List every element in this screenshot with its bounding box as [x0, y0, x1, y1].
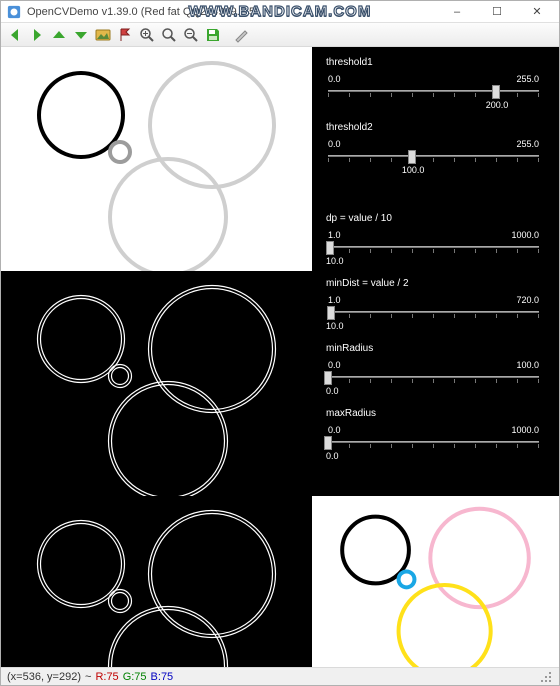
nav-back-button[interactable] — [5, 25, 25, 45]
control-minDist-thumb[interactable] — [327, 306, 335, 320]
close-icon: ✕ — [532, 5, 541, 18]
control-minRadius-range: 0.0100.0 — [326, 360, 541, 370]
control-maxRadius-thumb[interactable] — [324, 436, 332, 450]
zoom-in-button[interactable] — [137, 25, 157, 45]
control-maxRadius-value: 0.0 — [326, 451, 541, 461]
control-maxRadius-label: maxRadius — [326, 408, 541, 419]
control-minRadius-label: minRadius — [326, 343, 541, 354]
control-minDist-slider[interactable] — [326, 306, 541, 320]
control-threshold1-range: 0.0255.0 — [326, 74, 541, 84]
minimize-icon: – — [454, 6, 460, 18]
control-threshold1-slider[interactable] — [326, 85, 541, 99]
panel-hough-result — [312, 496, 559, 667]
zoom-out-button[interactable] — [181, 25, 201, 45]
control-threshold1-thumb[interactable] — [492, 85, 500, 99]
flag-button[interactable] — [115, 25, 135, 45]
control-threshold2-label: threshold2 — [326, 122, 541, 133]
status-blue-value: B:75 — [151, 671, 174, 683]
nav-forward-button[interactable] — [27, 25, 47, 45]
maximize-icon: ☐ — [492, 5, 502, 18]
control-threshold2: threshold2 0.0255.0 100.0 — [326, 122, 541, 175]
control-threshold2-thumb[interactable] — [408, 150, 416, 164]
control-minDist: minDist = value / 2 1.0720.0 10.0 — [326, 278, 541, 331]
control-threshold1: threshold1 0.0255.0 200.0 — [326, 57, 541, 110]
panel-edges-copy — [1, 496, 312, 667]
control-maxRadius: maxRadius 0.01000.0 0.0 — [326, 408, 541, 461]
status-separator: ~ — [85, 671, 91, 683]
control-threshold2-value: 100.0 — [326, 165, 541, 175]
window-title: OpenCVDemo v1.39.0 (Red fat QQ214979... … — [27, 6, 255, 18]
control-minRadius-thumb[interactable] — [324, 371, 332, 385]
status-green-value: G:75 — [123, 671, 147, 683]
panel-canny-edges — [1, 271, 312, 496]
control-dp-value: 10.0 — [326, 256, 541, 266]
control-minRadius: minRadius 0.0100.0 0.0 — [326, 343, 541, 396]
control-threshold2-range: 0.0255.0 — [326, 139, 541, 149]
maximize-button[interactable]: ☐ — [477, 2, 517, 22]
workspace: threshold1 0.0255.0 200.0 threshold2 0.0… — [1, 47, 559, 667]
save-button[interactable] — [203, 25, 223, 45]
control-dp-range: 1.01000.0 — [326, 230, 541, 240]
status-red-value: R:75 — [95, 671, 118, 683]
nav-up-button[interactable] — [49, 25, 69, 45]
zoom-fit-button[interactable] — [159, 25, 179, 45]
app-icon — [7, 5, 21, 19]
control-threshold1-label: threshold1 — [326, 57, 541, 68]
control-threshold2-slider[interactable] — [326, 150, 541, 164]
minimize-button[interactable]: – — [437, 2, 477, 22]
window-buttons: – ☐ ✕ — [437, 2, 557, 22]
controls-panel: threshold1 0.0255.0 200.0 threshold2 0.0… — [312, 47, 559, 483]
control-dp-label: dp = value / 10 — [326, 213, 541, 224]
open-image-button[interactable] — [93, 25, 113, 45]
status-bar: (x=536, y=292) ~ R:75 G:75 B:75 — [1, 667, 559, 685]
status-coordinates: (x=536, y=292) — [7, 671, 81, 683]
close-button[interactable]: ✕ — [517, 2, 557, 22]
control-dp-thumb[interactable] — [326, 241, 334, 255]
resize-grip-icon[interactable] — [539, 670, 553, 684]
title-bar: OpenCVDemo v1.39.0 (Red fat QQ214979... … — [1, 1, 559, 23]
control-minRadius-value: 0.0 — [326, 386, 541, 396]
control-dp: dp = value / 10 1.01000.0 10.0 — [326, 213, 541, 266]
brush-button[interactable] — [231, 25, 251, 45]
panel-source-image — [1, 47, 312, 271]
toolbar — [1, 23, 559, 47]
control-minDist-range: 1.0720.0 — [326, 295, 541, 305]
control-maxRadius-range: 0.01000.0 — [326, 425, 541, 435]
control-dp-slider[interactable] — [326, 241, 541, 255]
nav-down-button[interactable] — [71, 25, 91, 45]
control-minRadius-slider[interactable] — [326, 371, 541, 385]
control-minDist-value: 10.0 — [326, 321, 541, 331]
control-threshold1-value: 200.0 — [326, 100, 541, 110]
control-minDist-label: minDist = value / 2 — [326, 278, 541, 289]
control-maxRadius-slider[interactable] — [326, 436, 541, 450]
